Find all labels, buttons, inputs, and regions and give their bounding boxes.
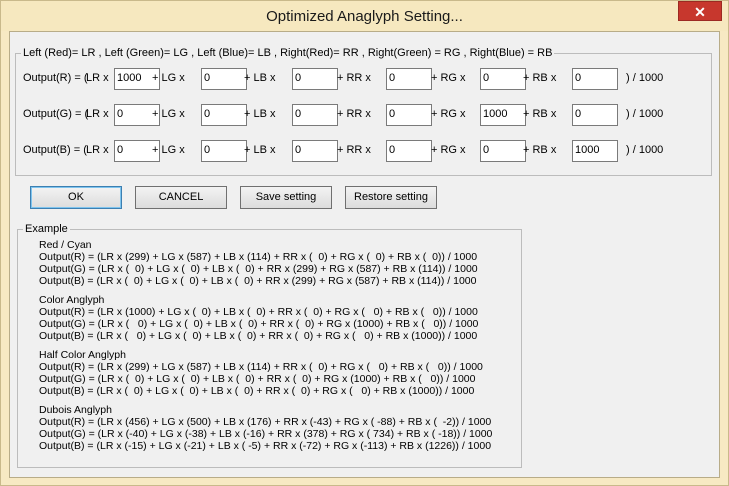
coefficient-input[interactable]: 0 bbox=[480, 140, 526, 162]
coefficient-term-label: + LG x bbox=[152, 72, 185, 84]
coefficient-input[interactable]: 0 bbox=[292, 68, 338, 90]
example-formula-line: Output(R) = (LR x (299) + LG x (587) + L… bbox=[39, 251, 478, 263]
coefficient-input[interactable]: 0 bbox=[572, 68, 618, 90]
coefficient-term-label: + LB x bbox=[244, 72, 276, 84]
coefficient-term-label: LR x bbox=[86, 108, 109, 120]
coefficient-input[interactable]: 0 bbox=[386, 68, 432, 90]
coefficient-term-label: + LB x bbox=[244, 144, 276, 156]
restore-setting-button[interactable]: Restore setting bbox=[345, 186, 437, 209]
coefficient-term-label: + RB x bbox=[523, 72, 557, 84]
example-formula-line: Output(B) = (LR x ( 0) + LG x ( 0) + LB … bbox=[39, 385, 475, 397]
coefficient-input[interactable]: 0 bbox=[572, 104, 618, 126]
coefficient-term-label: + RG x bbox=[431, 72, 466, 84]
coefficient-input[interactable]: 0 bbox=[201, 104, 247, 126]
output-row-label: Output(R) = ( bbox=[23, 72, 88, 84]
save-setting-button[interactable]: Save setting bbox=[240, 186, 332, 209]
example-formula-line: Output(R) = (LR x (1000) + LG x ( 0) + L… bbox=[39, 306, 478, 318]
example-legend: Example bbox=[23, 223, 70, 235]
coefficient-term-label: + RG x bbox=[431, 144, 466, 156]
window-title: Optimized Anaglyph Setting... bbox=[266, 8, 463, 25]
coefficient-term-label: + RR x bbox=[337, 108, 371, 120]
coefficient-input[interactable]: 0 bbox=[292, 140, 338, 162]
example-formula-line: Output(G) = (LR x ( 0) + LG x ( 0) + LB … bbox=[39, 263, 478, 275]
title-bar[interactable]: Optimized Anaglyph Setting... ✕ bbox=[1, 1, 728, 31]
coefficient-input[interactable]: 0 bbox=[292, 104, 338, 126]
coefficient-term-label: + RR x bbox=[337, 72, 371, 84]
cancel-button[interactable]: CANCEL bbox=[135, 186, 227, 209]
example-formula-line: Output(B) = (LR x ( 0) + LG x ( 0) + LB … bbox=[39, 330, 478, 342]
coefficient-term-label: + LG x bbox=[152, 108, 185, 120]
example-formula-line: Output(R) = (LR x (456) + LG x (500) + L… bbox=[39, 416, 492, 428]
divisor-label: ) / 1000 bbox=[626, 108, 664, 120]
setting-group: Left (Red)= LR , Left (Green)= LG , Left… bbox=[15, 47, 712, 176]
example-formula-line: Output(G) = (LR x (-40) + LG x (-38) + L… bbox=[39, 428, 493, 440]
example-formula-line: Output(G) = (LR x ( 0) + LG x ( 0) + LB … bbox=[39, 318, 479, 330]
coefficient-term-label: + RR x bbox=[337, 144, 371, 156]
coefficient-input[interactable]: 0 bbox=[201, 68, 247, 90]
close-button[interactable]: ✕ bbox=[678, 1, 722, 21]
coefficient-input[interactable]: 0 bbox=[386, 140, 432, 162]
ok-button[interactable]: OK bbox=[30, 186, 122, 209]
coefficient-term-label: + LG x bbox=[152, 144, 185, 156]
coefficient-input[interactable]: 1000 bbox=[572, 140, 618, 162]
coefficient-input[interactable]: 0 bbox=[480, 68, 526, 90]
coefficient-input[interactable]: 1000 bbox=[480, 104, 526, 126]
coefficient-term-label: + RG x bbox=[431, 108, 466, 120]
dialog-window: Optimized Anaglyph Setting... ✕ Left (Re… bbox=[0, 0, 729, 486]
coefficient-term-label: + RB x bbox=[523, 144, 557, 156]
divisor-label: ) / 1000 bbox=[626, 72, 664, 84]
example-formula-line: Output(G) = (LR x ( 0) + LG x ( 0) + LB … bbox=[39, 373, 476, 385]
example-section-title: Red / Cyan bbox=[39, 239, 92, 251]
example-section-title: Half Color Anglyph bbox=[39, 349, 126, 361]
coefficient-term-label: + RB x bbox=[523, 108, 557, 120]
coefficient-term-label: LR x bbox=[86, 72, 109, 84]
example-formula-line: Output(R) = (LR x (299) + LG x (587) + L… bbox=[39, 361, 483, 373]
output-row-label: Output(B) = ( bbox=[23, 144, 87, 156]
channel-definition-label: Left (Red)= LR , Left (Green)= LG , Left… bbox=[21, 47, 555, 59]
example-formula-line: Output(B) = (LR x ( 0) + LG x ( 0) + LB … bbox=[39, 275, 477, 287]
example-section-title: Color Anglyph bbox=[39, 294, 105, 306]
output-row-label: Output(G) = ( bbox=[23, 108, 89, 120]
coefficient-input[interactable]: 0 bbox=[386, 104, 432, 126]
dialog-client-area: Left (Red)= LR , Left (Green)= LG , Left… bbox=[9, 31, 720, 478]
divisor-label: ) / 1000 bbox=[626, 144, 664, 156]
example-group: Example Red / Cyan Output(R) = (LR x (299… bbox=[17, 223, 522, 468]
coefficient-input[interactable]: 0 bbox=[201, 140, 247, 162]
coefficient-term-label: LR x bbox=[86, 144, 109, 156]
coefficient-term-label: + LB x bbox=[244, 108, 276, 120]
example-formula-line: Output(B) = (LR x (-15) + LG x (-21) + L… bbox=[39, 440, 492, 452]
example-section-title: Dubois Anglyph bbox=[39, 404, 112, 416]
